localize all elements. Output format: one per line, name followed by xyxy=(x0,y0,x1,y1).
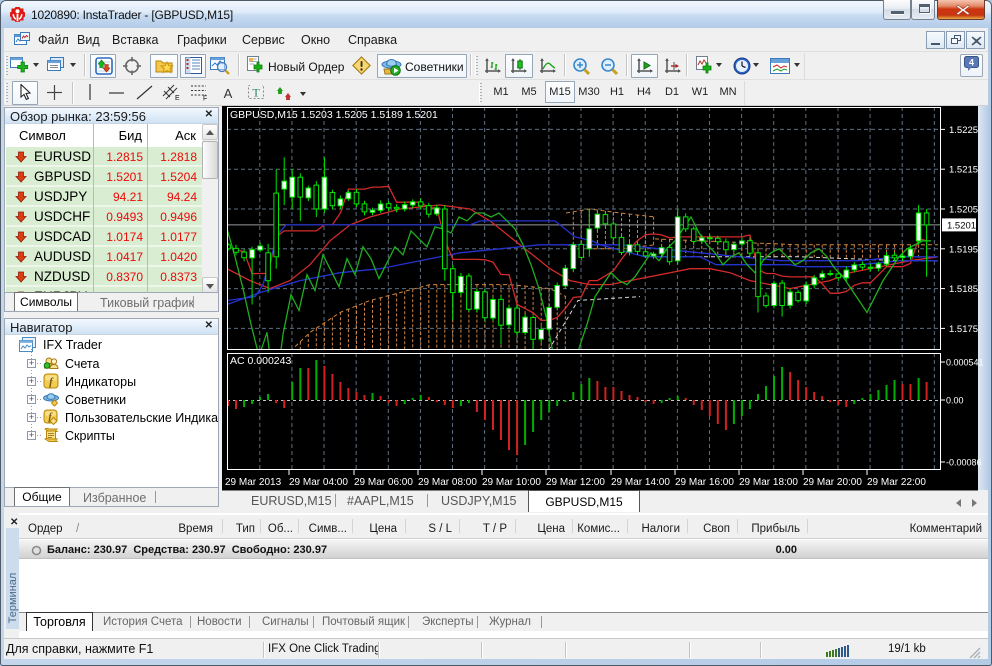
svg-text:29 Mar 18:00: 29 Mar 18:00 xyxy=(739,477,798,488)
svg-text:F: F xyxy=(203,96,207,102)
svg-text:0.00: 0.00 xyxy=(946,396,964,406)
svg-text:1.5225: 1.5225 xyxy=(949,125,978,136)
svg-text:T: T xyxy=(252,86,260,100)
svg-text:29 Mar 14:00: 29 Mar 14:00 xyxy=(611,477,670,488)
svg-text:29 Mar 08:00: 29 Mar 08:00 xyxy=(418,477,477,488)
svg-text:4: 4 xyxy=(969,58,974,68)
svg-text:29 Mar 04:00: 29 Mar 04:00 xyxy=(289,477,348,488)
svg-text:AC 0.000243: AC 0.000243 xyxy=(230,355,291,367)
svg-text:1.5185: 1.5185 xyxy=(949,284,978,295)
svg-text:1.5215: 1.5215 xyxy=(949,165,978,176)
svg-text:29 Mar 22:00: 29 Mar 22:00 xyxy=(867,477,926,488)
svg-text:29 Mar 06:00: 29 Mar 06:00 xyxy=(354,477,413,488)
svg-text:GBPUSD,M15 1.5203 1.5205 1.51: GBPUSD,M15 1.5203 1.5205 1.5189 1.5201 xyxy=(230,109,438,121)
svg-text:29 Mar 16:00: 29 Mar 16:00 xyxy=(675,477,734,488)
svg-text:0.000541: 0.000541 xyxy=(946,358,984,368)
svg-text:1.5201: 1.5201 xyxy=(947,220,976,231)
svg-text:1.5175: 1.5175 xyxy=(949,324,978,335)
svg-text:29 Mar 2013: 29 Mar 2013 xyxy=(225,477,282,488)
svg-text:29 Mar 10:00: 29 Mar 10:00 xyxy=(482,477,541,488)
svg-text:1.5205: 1.5205 xyxy=(949,205,978,216)
svg-text:1.5195: 1.5195 xyxy=(949,244,978,255)
svg-text:-0.00086: -0.00086 xyxy=(946,458,982,468)
svg-text:29 Mar 20:00: 29 Mar 20:00 xyxy=(803,477,862,488)
svg-text:29 Mar 12:00: 29 Mar 12:00 xyxy=(546,477,605,488)
svg-text:E: E xyxy=(175,95,180,101)
